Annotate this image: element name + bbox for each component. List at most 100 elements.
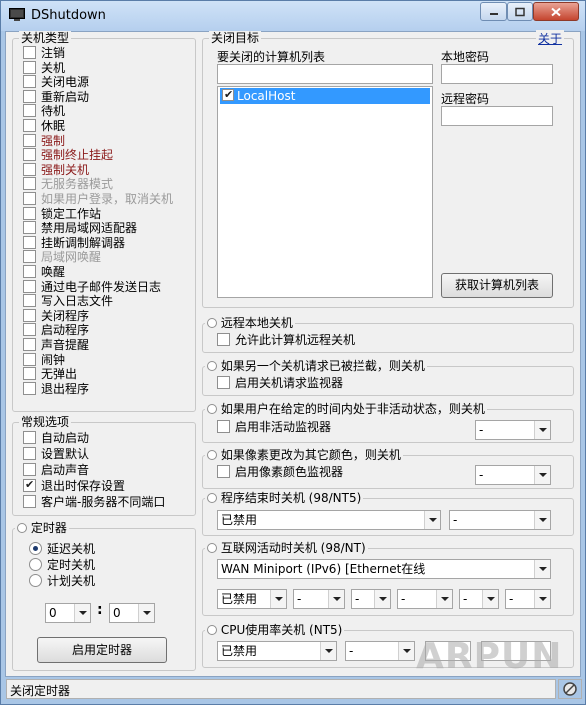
program-end-radio[interactable] (207, 493, 217, 503)
program-end-dropdown-arrow-icon[interactable] (424, 511, 440, 529)
shutdown-type-checkbox[interactable] (23, 294, 36, 308)
shutdown-type-checkbox[interactable] (23, 75, 36, 89)
local-password-input[interactable] (441, 64, 553, 84)
title-bar[interactable]: DShutdown (1, 1, 585, 31)
watermark: ARPUN (416, 636, 563, 677)
internet-dropdown-6-arrow-icon[interactable] (534, 590, 550, 608)
remote-shutdown-legend: 远程本地关机 (205, 316, 295, 330)
status-panel: 关闭定时器 (6, 679, 556, 699)
cpu-combo[interactable]: 已禁用 (217, 641, 337, 661)
shutdown-type-checkbox[interactable] (23, 352, 36, 366)
maximize-button[interactable] (507, 2, 533, 21)
cpu-combo-2[interactable]: - (345, 641, 415, 661)
timer-mode-radio[interactable] (29, 558, 42, 571)
pixel-color-radio[interactable] (207, 450, 217, 460)
inactive-radio[interactable] (207, 404, 217, 414)
cpu-radio[interactable] (207, 625, 217, 635)
shutdown-type-checkbox[interactable] (23, 133, 36, 147)
pixel-dropdown-arrow-icon[interactable] (534, 466, 550, 484)
shutdown-type-checkbox[interactable] (23, 177, 36, 191)
internet-dropdown-5-arrow-icon[interactable] (482, 590, 498, 608)
computer-list-label: 要关闭的计算机列表 (217, 50, 326, 64)
general-option-checkbox[interactable] (23, 463, 36, 476)
allow-remote-shutdown-checkbox[interactable] (217, 333, 230, 346)
host-checkbox[interactable] (222, 88, 234, 101)
inactive-monitor-checkbox[interactable] (217, 420, 230, 433)
shutdown-type-checkbox[interactable] (23, 162, 36, 176)
get-computer-list-button[interactable]: 获取计算机列表 (441, 273, 553, 298)
minimize-button[interactable] (480, 2, 507, 21)
shutdown-type-checkbox[interactable] (23, 367, 36, 381)
internet-dropdown-3-arrow-icon[interactable] (374, 590, 390, 608)
adapter-dropdown-arrow-icon[interactable] (534, 560, 550, 578)
shutdown-type-checkbox[interactable] (23, 221, 36, 235)
shutdown-type-label: 挂断调制解调器 (41, 235, 126, 250)
general-option-checkbox[interactable] (23, 447, 36, 460)
shutdown-type-checkbox[interactable] (23, 279, 36, 293)
inactive-dropdown-arrow-icon[interactable] (534, 421, 550, 439)
shutdown-type-checkbox[interactable] (23, 235, 36, 249)
internet-combo-2[interactable]: - (293, 589, 345, 609)
shutdown-type-checkbox[interactable] (23, 265, 36, 278)
shutdown-type-checkbox[interactable] (23, 206, 36, 220)
timer-mode-label: 计划关机 (47, 574, 96, 588)
hour-dropdown-arrow-icon[interactable] (74, 604, 90, 622)
shutdown-type-label: 关闭程序 (41, 308, 90, 323)
window-title: DShutdown (31, 8, 106, 23)
shutdown-type-checkbox[interactable] (23, 192, 36, 205)
request-monitor-checkbox[interactable] (217, 376, 230, 389)
about-link[interactable]: 关于 (536, 30, 565, 47)
internet-combo-4[interactable]: - (397, 589, 453, 609)
internet-combo-1[interactable]: 已禁用 (217, 589, 287, 609)
pixel-color-legend: 如果像素更改为其它颜色，则关机 (205, 448, 403, 462)
general-option-checkbox[interactable] (23, 495, 36, 508)
minute-dropdown-arrow-icon[interactable] (138, 604, 154, 622)
internet-dropdown-4-arrow-icon[interactable] (436, 590, 452, 608)
cpu-dropdown-arrow-icon[interactable] (320, 642, 336, 660)
shutdown-type-checkbox[interactable] (23, 148, 36, 162)
close-button[interactable] (533, 2, 579, 21)
internet-dropdown-1-arrow-icon[interactable] (270, 590, 286, 608)
inactive-group: 如果用户在给定的时间内处于非活动状态，则关机 启用非活动监视器 - (202, 402, 574, 443)
inactive-time-combo[interactable]: - (475, 420, 551, 440)
program-end-combo[interactable]: 已禁用 (217, 510, 441, 530)
internet-combo-6[interactable]: - (505, 589, 551, 609)
shutdown-type-checkbox[interactable] (23, 250, 36, 264)
request-blocked-radio[interactable] (207, 361, 217, 371)
shutdown-type-checkbox[interactable] (23, 338, 36, 351)
shutdown-type-checkbox[interactable] (23, 60, 36, 74)
hour-combo[interactable]: 0 (45, 603, 91, 623)
program-end-dropdown-2-arrow-icon[interactable] (534, 511, 550, 529)
program-end-combo-2[interactable]: - (449, 510, 551, 530)
timer-mode-radio[interactable] (29, 574, 42, 587)
pixel-monitor-checkbox[interactable] (217, 465, 230, 478)
shutdown-type-checkbox[interactable] (23, 104, 36, 118)
internet-dropdown-2-arrow-icon[interactable] (328, 590, 344, 608)
general-option-checkbox[interactable] (23, 478, 36, 492)
shutdown-type-label: 闹钟 (41, 352, 66, 367)
computer-list-item[interactable]: LocalHost (220, 88, 430, 104)
start-timer-button[interactable]: 启用定时器 (37, 637, 167, 663)
computer-name-input[interactable] (217, 64, 433, 84)
shutdown-type-checkbox[interactable] (23, 119, 36, 132)
remote-password-input[interactable] (441, 106, 553, 126)
shutdown-type-checkbox[interactable] (23, 89, 36, 103)
shutdown-type-checkbox[interactable] (23, 381, 36, 395)
network-adapter-combo[interactable]: WAN Miniport (IPv6) [Ethernet在线 (217, 559, 551, 579)
timer-enable-radio[interactable] (17, 523, 27, 533)
shutdown-type-checkbox[interactable] (23, 323, 36, 337)
general-option-checkbox[interactable] (23, 431, 36, 444)
computer-list[interactable]: LocalHost (217, 86, 433, 298)
remote-shutdown-radio[interactable] (207, 318, 217, 328)
internet-combo-5[interactable]: - (459, 589, 499, 609)
internet-combo-3[interactable]: - (351, 589, 391, 609)
shutdown-type-checkbox[interactable] (23, 46, 36, 59)
timer-mode-radio[interactable] (29, 542, 42, 555)
pixel-color-combo[interactable]: - (475, 465, 551, 485)
internet-radio[interactable] (207, 543, 217, 553)
timer-group: 定时器 延迟关机 定时关机 计划关机 0 : 0 启用定时器 (12, 521, 196, 671)
cpu-dropdown-2-arrow-icon[interactable] (398, 642, 414, 660)
general-option-label: 退出时保存设置 (41, 479, 126, 493)
minute-combo[interactable]: 0 (109, 603, 155, 623)
shutdown-type-checkbox[interactable] (23, 308, 36, 322)
